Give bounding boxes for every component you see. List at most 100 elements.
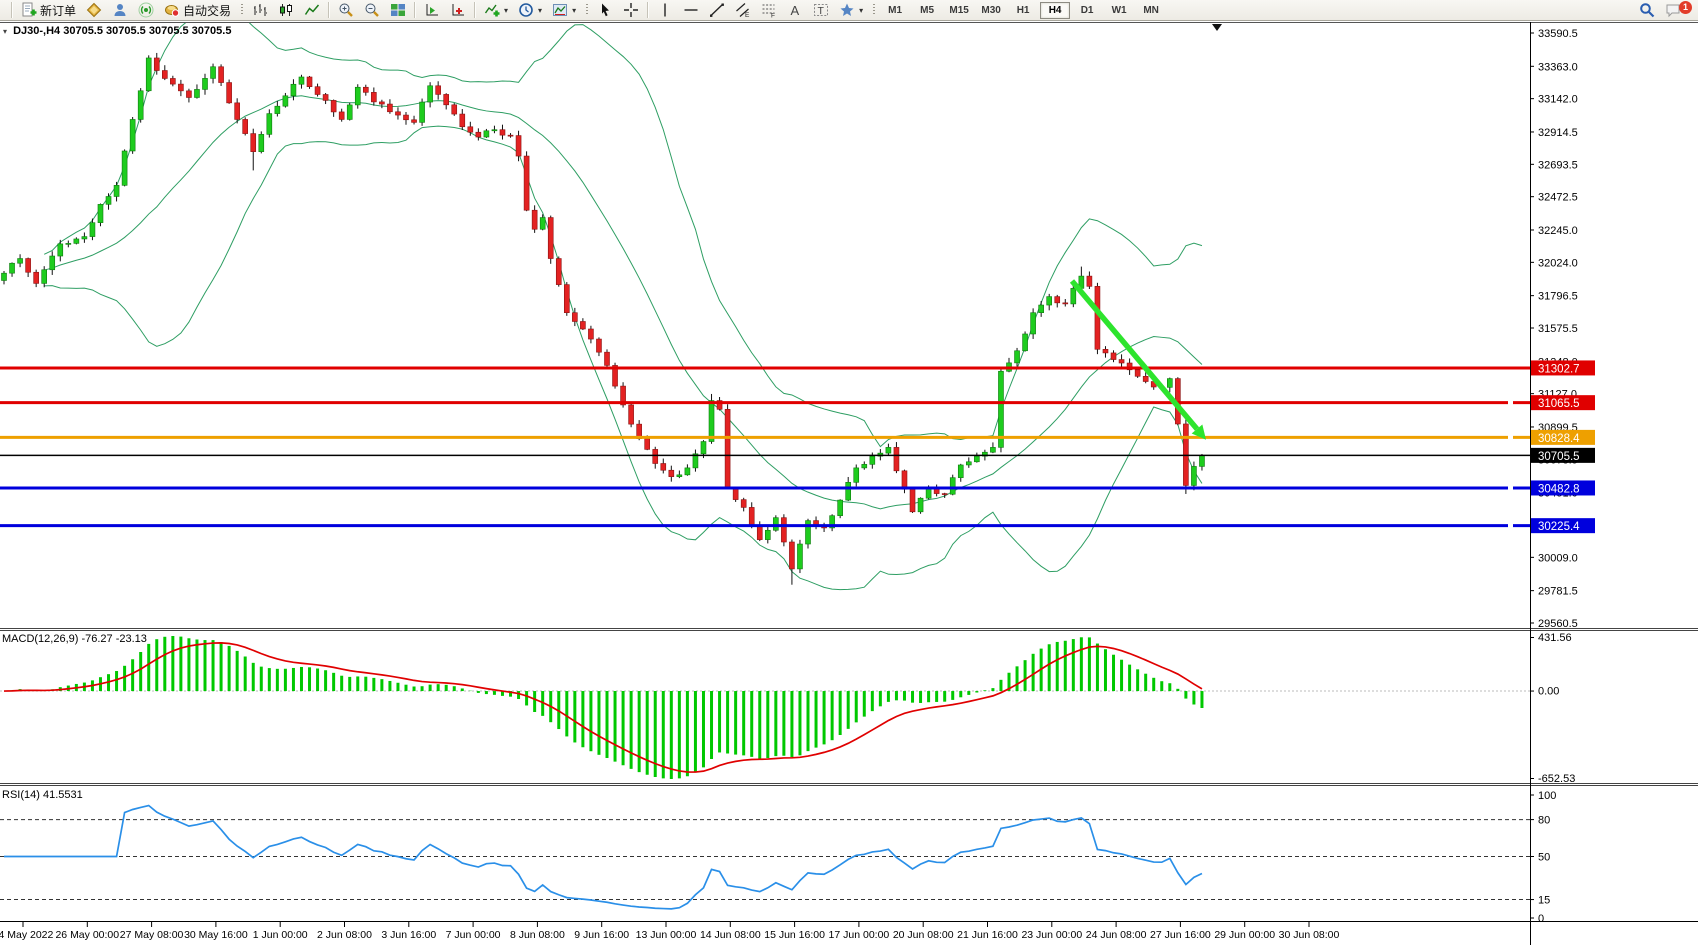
notification-badge[interactable]: 1 (1679, 0, 1692, 14)
strategy-tester-button[interactable] (420, 0, 444, 20)
bull-candle (427, 85, 433, 103)
profile-button[interactable] (108, 0, 132, 20)
arrows-button[interactable]: ▾ (835, 0, 867, 20)
crosshair-button[interactable] (619, 0, 643, 20)
periods-button[interactable]: ▾ (514, 0, 546, 20)
tf-mn[interactable]: MN (1136, 2, 1166, 19)
line-chart-icon (304, 2, 320, 18)
time-axis-label: 21 Jun 16:00 (957, 929, 1018, 941)
bull-candle (837, 499, 843, 516)
dropdown-caret[interactable]: ▾ (538, 6, 542, 15)
tf-m15[interactable]: M15 (944, 2, 974, 19)
signal-button[interactable] (134, 0, 158, 20)
price-tick-label: 32693.5 (1538, 159, 1578, 171)
bear-candle (403, 114, 409, 121)
bull-candle (266, 113, 273, 135)
symbol-caret-icon[interactable]: ▾ (3, 27, 7, 36)
bear-candle (1086, 275, 1093, 287)
level-drag-handle[interactable] (1508, 434, 1513, 440)
zoom-out-button[interactable] (360, 0, 384, 20)
bull-candle (105, 196, 112, 205)
search-icon (1639, 2, 1655, 18)
optimizer-button[interactable] (446, 0, 470, 20)
bull-candle (1022, 333, 1028, 352)
candlestick-chart-button[interactable] (274, 0, 298, 20)
bear-candle (371, 92, 377, 103)
zoom-in-icon (338, 2, 354, 18)
tf-w1[interactable]: W1 (1104, 2, 1134, 19)
time-axis-label: 2 Jun 08:00 (317, 929, 372, 941)
time-axis-label: 24 May 2022 (0, 929, 54, 941)
bear-candle (547, 217, 554, 259)
add-indicator-button[interactable]: ▾ (480, 0, 512, 20)
bull-candle (129, 119, 136, 152)
level-drag-handle[interactable] (1508, 400, 1513, 406)
right-offset-marker-icon[interactable] (1212, 24, 1222, 31)
horizontal-line-button[interactable] (679, 0, 703, 20)
bear-candle (1094, 286, 1101, 350)
bull-candle (113, 185, 120, 197)
signal-icon (138, 2, 154, 18)
tf-m5[interactable]: M5 (912, 2, 942, 19)
fibonacci-button[interactable]: F (757, 0, 781, 20)
tf-d1[interactable]: D1 (1072, 2, 1102, 19)
text-label-icon: T (813, 2, 829, 18)
bear-candle (395, 111, 401, 116)
bull-candle (869, 455, 876, 465)
bull-candle (957, 464, 964, 478)
equidistant-channel-button[interactable]: E (731, 0, 755, 20)
dropdown-caret[interactable]: ▾ (572, 6, 576, 15)
bear-candle (411, 119, 417, 123)
bull-candle (700, 441, 707, 455)
optimizer-chart-icon (450, 2, 466, 18)
chart-canvas[interactable]: 33590.5 33363.0 33142.0 32914.5 32693.5 32472… (0, 0, 1698, 945)
bear-candle (467, 126, 474, 133)
bear-candle (362, 86, 369, 93)
dropdown-caret[interactable]: ▾ (504, 6, 508, 15)
cursor-button[interactable] (593, 0, 617, 20)
svg-text:T: T (818, 5, 825, 17)
bull-candle (346, 104, 353, 120)
bull-candle (861, 464, 868, 469)
zoom-in-button[interactable] (334, 0, 358, 20)
bear-candle (218, 66, 224, 83)
tf-h4[interactable]: H4 (1040, 1, 1071, 19)
tf-m1[interactable]: M1 (880, 2, 910, 19)
bar-chart-button[interactable] (248, 0, 272, 20)
trendline-button[interactable] (705, 0, 729, 20)
toolbar-grip[interactable] (871, 3, 877, 17)
gold-diamond-icon (86, 2, 102, 18)
level-drag-handle[interactable] (1508, 485, 1513, 491)
bull-candle (73, 238, 80, 244)
tf-h1[interactable]: H1 (1008, 2, 1038, 19)
bull-candle (1030, 312, 1036, 335)
symbol-ohlc: 30705.5 30705.5 30705.5 30705.5 (63, 25, 232, 37)
bear-candle (580, 321, 586, 330)
search-button[interactable] (1635, 0, 1659, 20)
line-chart-button[interactable] (300, 0, 324, 20)
level-drag-handle[interactable] (1508, 523, 1513, 529)
dropdown-caret[interactable]: ▾ (859, 6, 863, 15)
text-button[interactable]: A (783, 0, 807, 20)
toolbar-grip[interactable] (239, 3, 245, 17)
templates-button[interactable]: ▾ (548, 0, 580, 20)
bull-candle (274, 105, 281, 114)
trend-arrow[interactable] (1069, 279, 1200, 431)
autotrade-button[interactable]: 自动交易 (160, 0, 235, 20)
styler-button[interactable] (82, 0, 106, 20)
toolbar-grip[interactable] (584, 3, 590, 17)
tile-windows-button[interactable] (386, 0, 410, 20)
tf-m30[interactable]: M30 (976, 2, 1006, 19)
text-label-button[interactable]: T (809, 0, 833, 20)
bear-candle (1118, 359, 1125, 364)
bull-candle (298, 76, 305, 85)
new-order-button[interactable]: 新订单 (17, 0, 80, 20)
bull-candle (974, 455, 980, 463)
bull-candle (354, 86, 361, 106)
level-price-badge-text: 30828.4 (1538, 433, 1580, 445)
bull-candle (137, 90, 144, 120)
time-axis-label: 1 Jun 00:00 (253, 929, 308, 941)
vertical-line-button[interactable] (653, 0, 677, 20)
clipped-market-icon[interactable] (0, 2, 7, 18)
bull-candle (853, 467, 860, 483)
